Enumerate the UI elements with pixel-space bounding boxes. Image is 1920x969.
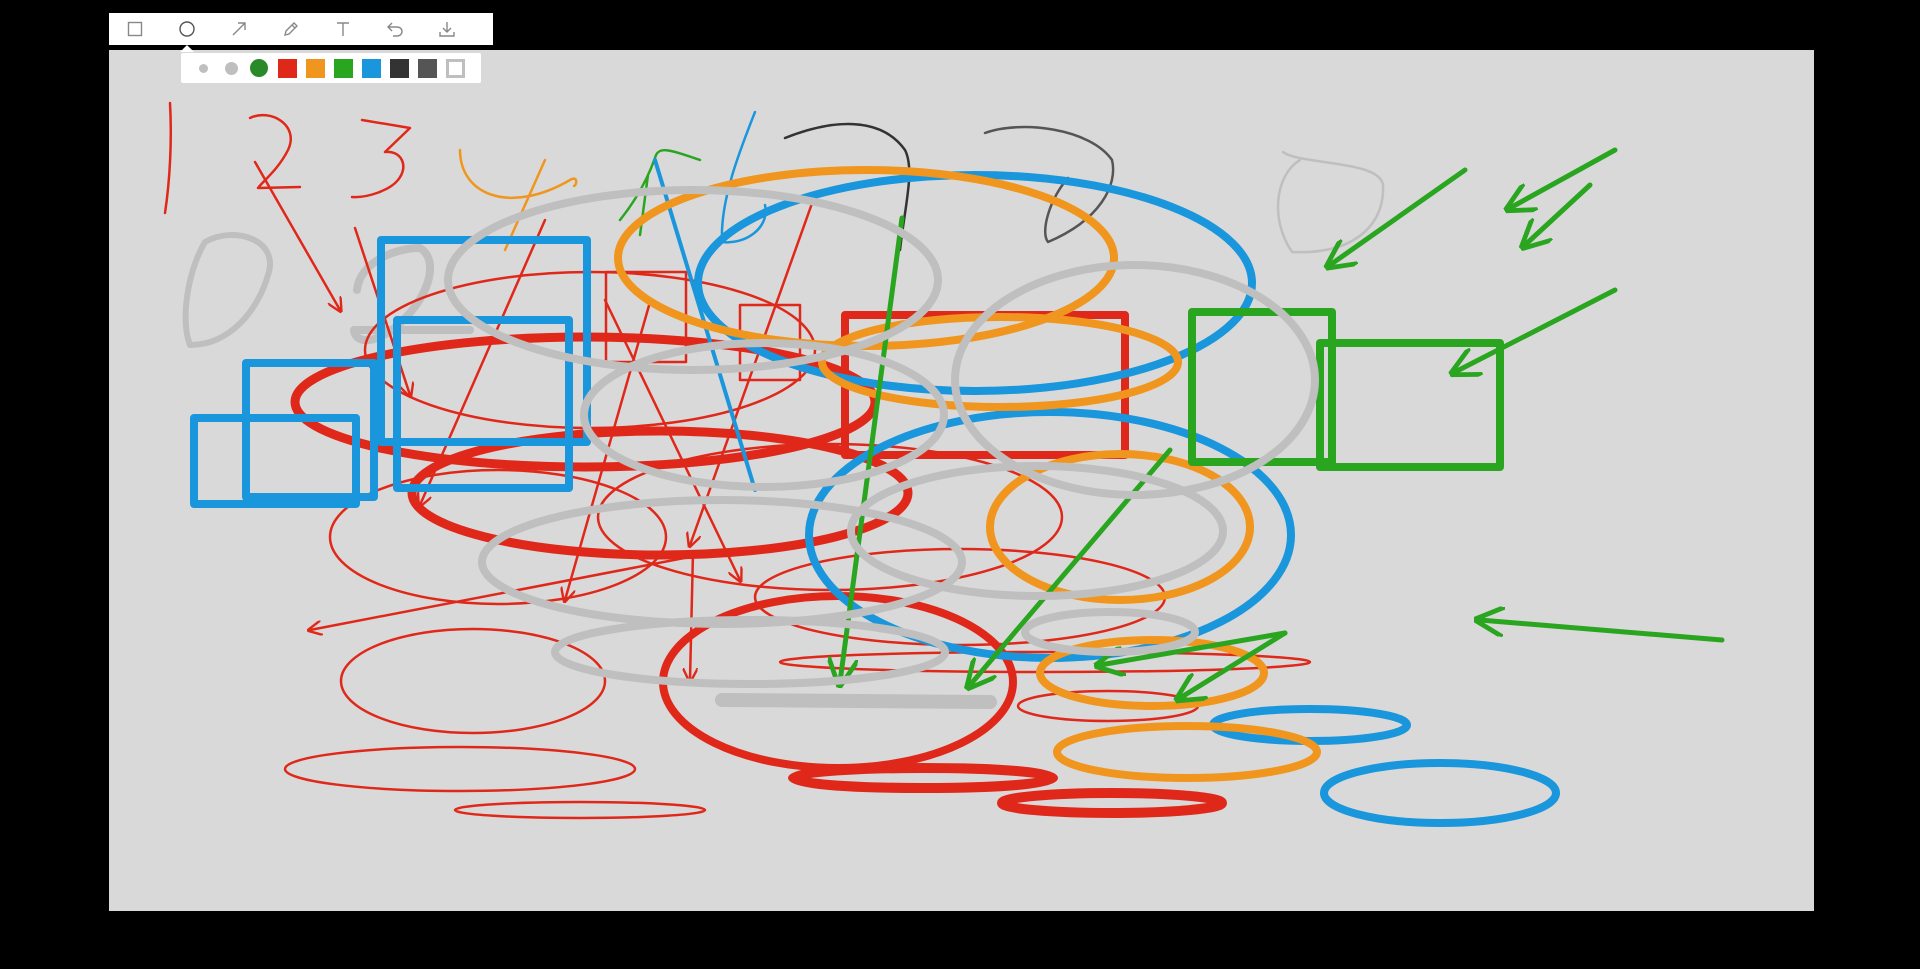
undo-button[interactable]	[369, 13, 421, 45]
color-black-swatch	[389, 58, 409, 78]
color-blue-option[interactable]	[357, 53, 385, 83]
color-white-option[interactable]	[441, 53, 469, 83]
color-orange-swatch	[305, 58, 325, 78]
arrow-tool-button[interactable]	[213, 13, 265, 45]
color-green-option[interactable]	[329, 53, 357, 83]
color-gray-option[interactable]	[413, 53, 441, 83]
annotation-toolbar	[109, 13, 493, 45]
color-red-swatch	[277, 58, 297, 78]
download-button[interactable]	[421, 13, 473, 45]
handwriting-numbers	[163, 101, 412, 215]
arrow-icon	[232, 22, 246, 36]
handwriting-0	[182, 231, 273, 348]
pen-tool-button[interactable]	[265, 13, 317, 45]
color-green-swatch	[333, 58, 353, 78]
color-black-option[interactable]	[385, 53, 413, 83]
text-icon	[337, 22, 349, 36]
pen-icon	[284, 22, 298, 36]
screenshot-editor	[0, 0, 1920, 969]
color-orange-option[interactable]	[301, 53, 329, 83]
size-medium-option[interactable]	[217, 53, 245, 83]
color-red-option[interactable]	[273, 53, 301, 83]
ellipse-tool-button[interactable]	[161, 13, 213, 45]
color-gray-swatch	[417, 58, 437, 78]
color-white-swatch	[445, 58, 465, 78]
color-size-palette	[181, 53, 481, 83]
rectangle-tool-button[interactable]	[109, 13, 161, 45]
size-large-option[interactable]	[245, 53, 273, 83]
color-blue-swatch	[361, 58, 381, 78]
annotation-layer	[163, 101, 1725, 827]
rectangle-icon	[127, 21, 143, 37]
download-icon	[439, 22, 455, 37]
size-small-dot	[198, 63, 208, 73]
size-small-option[interactable]	[189, 53, 217, 83]
text-tool-button[interactable]	[317, 13, 369, 45]
ellipse-icon	[179, 21, 195, 37]
undo-icon	[387, 22, 403, 37]
size-medium-dot	[224, 61, 238, 75]
size-large-dot	[250, 59, 268, 77]
